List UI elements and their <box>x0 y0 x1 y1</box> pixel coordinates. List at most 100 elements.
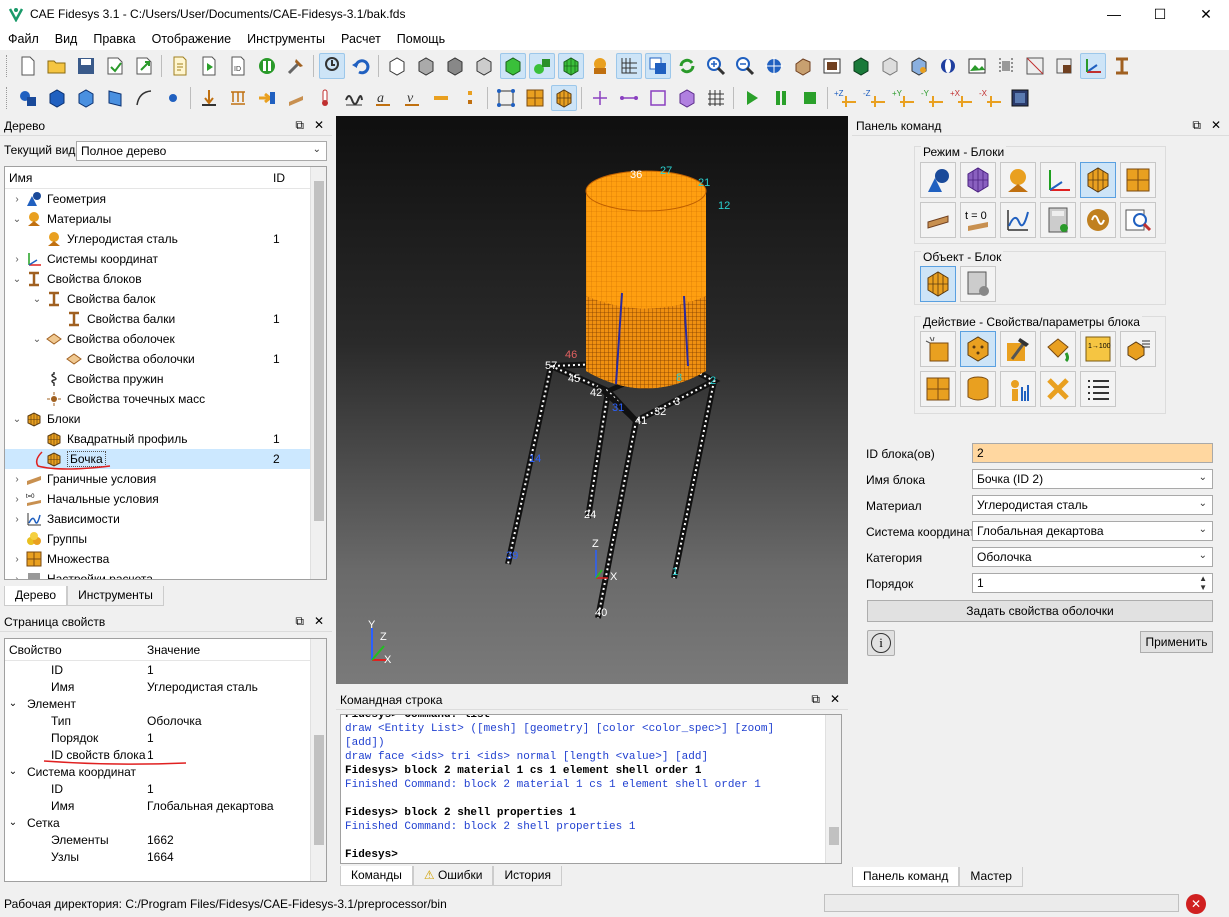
run-icon[interactable] <box>739 85 765 111</box>
chevron-right-icon[interactable]: › <box>9 574 25 580</box>
stop-run-icon[interactable] <box>797 85 823 111</box>
view-shaded-cube-icon[interactable] <box>442 53 468 79</box>
chevron-down-icon[interactable]: ⌄ <box>9 274 25 285</box>
props-scrollbar[interactable] <box>310 639 326 881</box>
tab-tools[interactable]: Инструменты <box>67 586 164 606</box>
chevron-right-icon[interactable]: › <box>9 494 25 505</box>
close-icon[interactable]: ✕ <box>314 118 324 133</box>
tree-item[interactable]: › Системы координат <box>5 249 326 269</box>
create-block-icon[interactable] <box>920 331 956 367</box>
float-icon[interactable]: ⧉ <box>811 692 820 707</box>
tree-col-id[interactable]: ID <box>273 171 285 185</box>
prop-col-name[interactable]: Свойство <box>5 643 62 657</box>
materials-view-icon[interactable] <box>587 53 613 79</box>
pressure-icon[interactable] <box>283 85 309 111</box>
section-icon[interactable] <box>1051 53 1077 79</box>
float-icon[interactable]: ⧉ <box>295 118 304 133</box>
scroll-thumb[interactable] <box>314 181 324 521</box>
chevron-right-icon[interactable]: › <box>9 554 25 565</box>
tree-item[interactable]: Группы <box>5 529 326 549</box>
temperature-icon[interactable] <box>312 85 338 111</box>
clip-icon[interactable] <box>1022 53 1048 79</box>
maximize-button[interactable]: ☐ <box>1137 0 1183 28</box>
tree-item[interactable]: Квадратный профиль 1 <box>5 429 326 449</box>
chevron-down-icon[interactable]: ⌄ <box>9 214 25 225</box>
chevron-right-icon[interactable]: › <box>9 194 25 205</box>
scroll-thumb[interactable] <box>314 735 324 845</box>
command-output[interactable]: Fidesys> Command: list draw <Entity List>… <box>340 714 842 864</box>
initial-cond-mode-icon[interactable]: t = 0 <box>960 202 996 238</box>
set-shell-properties-button[interactable]: Задать свойства оболочки <box>867 600 1213 622</box>
toolbar-grip[interactable] <box>6 87 9 109</box>
scroll-thumb[interactable] <box>829 827 839 845</box>
float-icon[interactable]: ⧉ <box>295 614 304 629</box>
tree-item[interactable]: › Настройки расчета <box>5 569 326 580</box>
chevron-right-icon[interactable]: › <box>9 474 25 485</box>
iso-view-icon[interactable] <box>1007 85 1033 111</box>
pause-run-icon[interactable] <box>768 85 794 111</box>
blocks-mode-icon[interactable] <box>1080 162 1116 198</box>
error-indicator-icon[interactable]: ✕ <box>1186 894 1206 914</box>
analysis-mode-icon[interactable] <box>1080 202 1116 238</box>
view-wireframe-cube-icon[interactable] <box>384 53 410 79</box>
delete-block-icon[interactable] <box>1040 371 1076 407</box>
overlay-icon[interactable] <box>644 53 671 79</box>
point-load-icon[interactable] <box>457 85 483 111</box>
tree-item[interactable]: ⌄ Свойства блоков <box>5 269 326 289</box>
geometry-mode-icon[interactable] <box>920 162 956 198</box>
property-row[interactable]: ID 1 <box>5 780 326 797</box>
tree-item[interactable]: Углеродистая сталь 1 <box>5 229 326 249</box>
grid-icon[interactable] <box>615 53 642 79</box>
color-box-icon[interactable] <box>906 53 932 79</box>
results-mode-icon[interactable] <box>1120 202 1156 238</box>
block-info-icon[interactable] <box>1000 371 1036 407</box>
split-block-icon[interactable] <box>920 371 956 407</box>
tree-item[interactable]: ⌄ Свойства оболочек <box>5 329 326 349</box>
menu-tools[interactable]: Инструменты <box>239 32 333 46</box>
run-script-icon[interactable] <box>196 53 222 79</box>
block-paint-icon[interactable] <box>1040 331 1076 367</box>
surface-icon[interactable] <box>73 85 99 111</box>
tab-commands[interactable]: Команды <box>340 866 413 886</box>
volume-icon[interactable] <box>44 85 70 111</box>
tree-item[interactable]: › Геометрия <box>5 189 326 209</box>
view-plus-x-icon[interactable]: +X <box>949 85 975 111</box>
block-ids-input[interactable]: 2 <box>972 443 1213 463</box>
view-gray-cube-icon[interactable] <box>413 53 439 79</box>
tree-item[interactable]: ⌄ Материалы <box>5 209 326 229</box>
tab-history[interactable]: История <box>493 866 562 886</box>
view-minus-x-icon[interactable]: -X <box>978 85 1004 111</box>
property-row[interactable]: Имя Углеродистая сталь <box>5 678 326 695</box>
info-button[interactable]: i <box>867 630 895 656</box>
quad-element-icon[interactable] <box>645 85 671 111</box>
block-list-icon[interactable] <box>1120 331 1156 367</box>
tree-item[interactable]: ⌄ Блоки <box>5 409 326 429</box>
curve-icon[interactable] <box>131 85 157 111</box>
model-scene[interactable]: 36 2721125746454231413232814243940ZXYZX1 <box>336 116 848 684</box>
force-icon[interactable] <box>196 85 222 111</box>
green-cube-icon[interactable] <box>499 53 526 79</box>
tab-wizard[interactable]: Мастер <box>959 867 1023 887</box>
transparent-box-icon[interactable] <box>877 53 903 79</box>
view-plus-y-icon[interactable]: +Y <box>891 85 917 111</box>
line-load-icon[interactable] <box>428 85 454 111</box>
toolbar-grip[interactable] <box>6 55 9 77</box>
tree-scrollbar[interactable] <box>310 167 326 579</box>
chevron-right-icon[interactable]: › <box>9 514 25 525</box>
axes-icon[interactable] <box>1079 53 1106 79</box>
property-row[interactable]: Элементы 1662 <box>5 831 326 848</box>
box-view-icon[interactable] <box>790 53 816 79</box>
coord-mode-icon[interactable] <box>1040 162 1076 198</box>
import-icon[interactable] <box>102 53 128 79</box>
sets-mode-icon[interactable] <box>1120 162 1156 198</box>
block-props-object-icon[interactable] <box>960 266 996 302</box>
property-row[interactable]: Узлы 1664 <box>5 848 326 865</box>
script-icon[interactable] <box>167 53 193 79</box>
cylinder-block-icon[interactable] <box>960 371 996 407</box>
tree-item[interactable]: › Множества <box>5 549 326 569</box>
close-icon[interactable]: ✕ <box>830 692 840 707</box>
node-set-icon[interactable] <box>493 85 519 111</box>
acceleration-icon[interactable]: a <box>370 85 396 111</box>
menu-display[interactable]: Отображение <box>144 32 239 46</box>
close-icon[interactable]: ✕ <box>1211 118 1221 133</box>
